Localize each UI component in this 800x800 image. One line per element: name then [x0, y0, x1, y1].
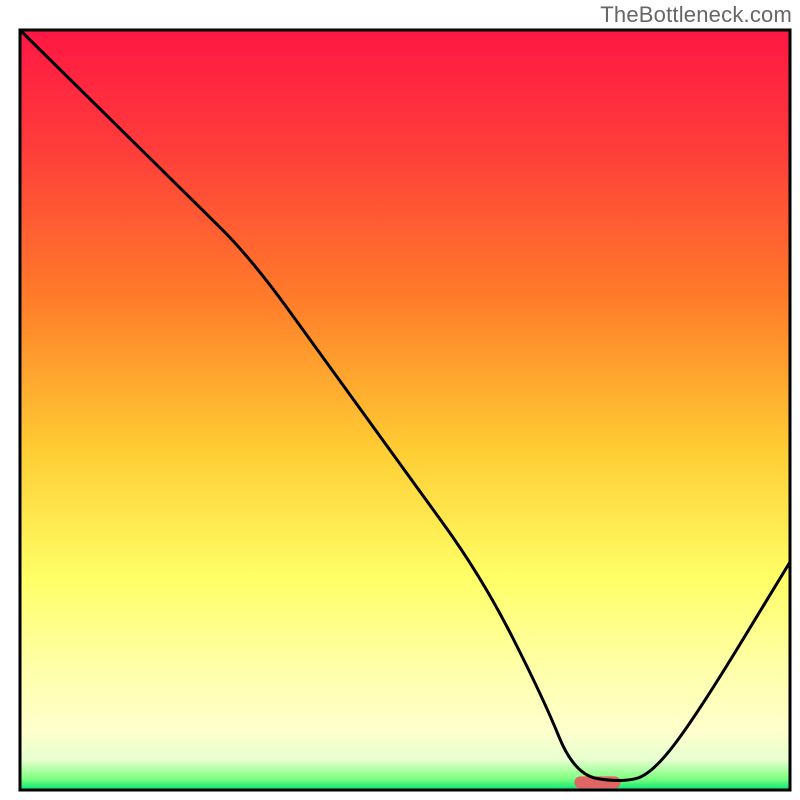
watermark-text: TheBottleneck.com — [600, 2, 792, 28]
bottleneck-chart — [0, 0, 800, 800]
chart-container: TheBottleneck.com — [0, 0, 800, 800]
